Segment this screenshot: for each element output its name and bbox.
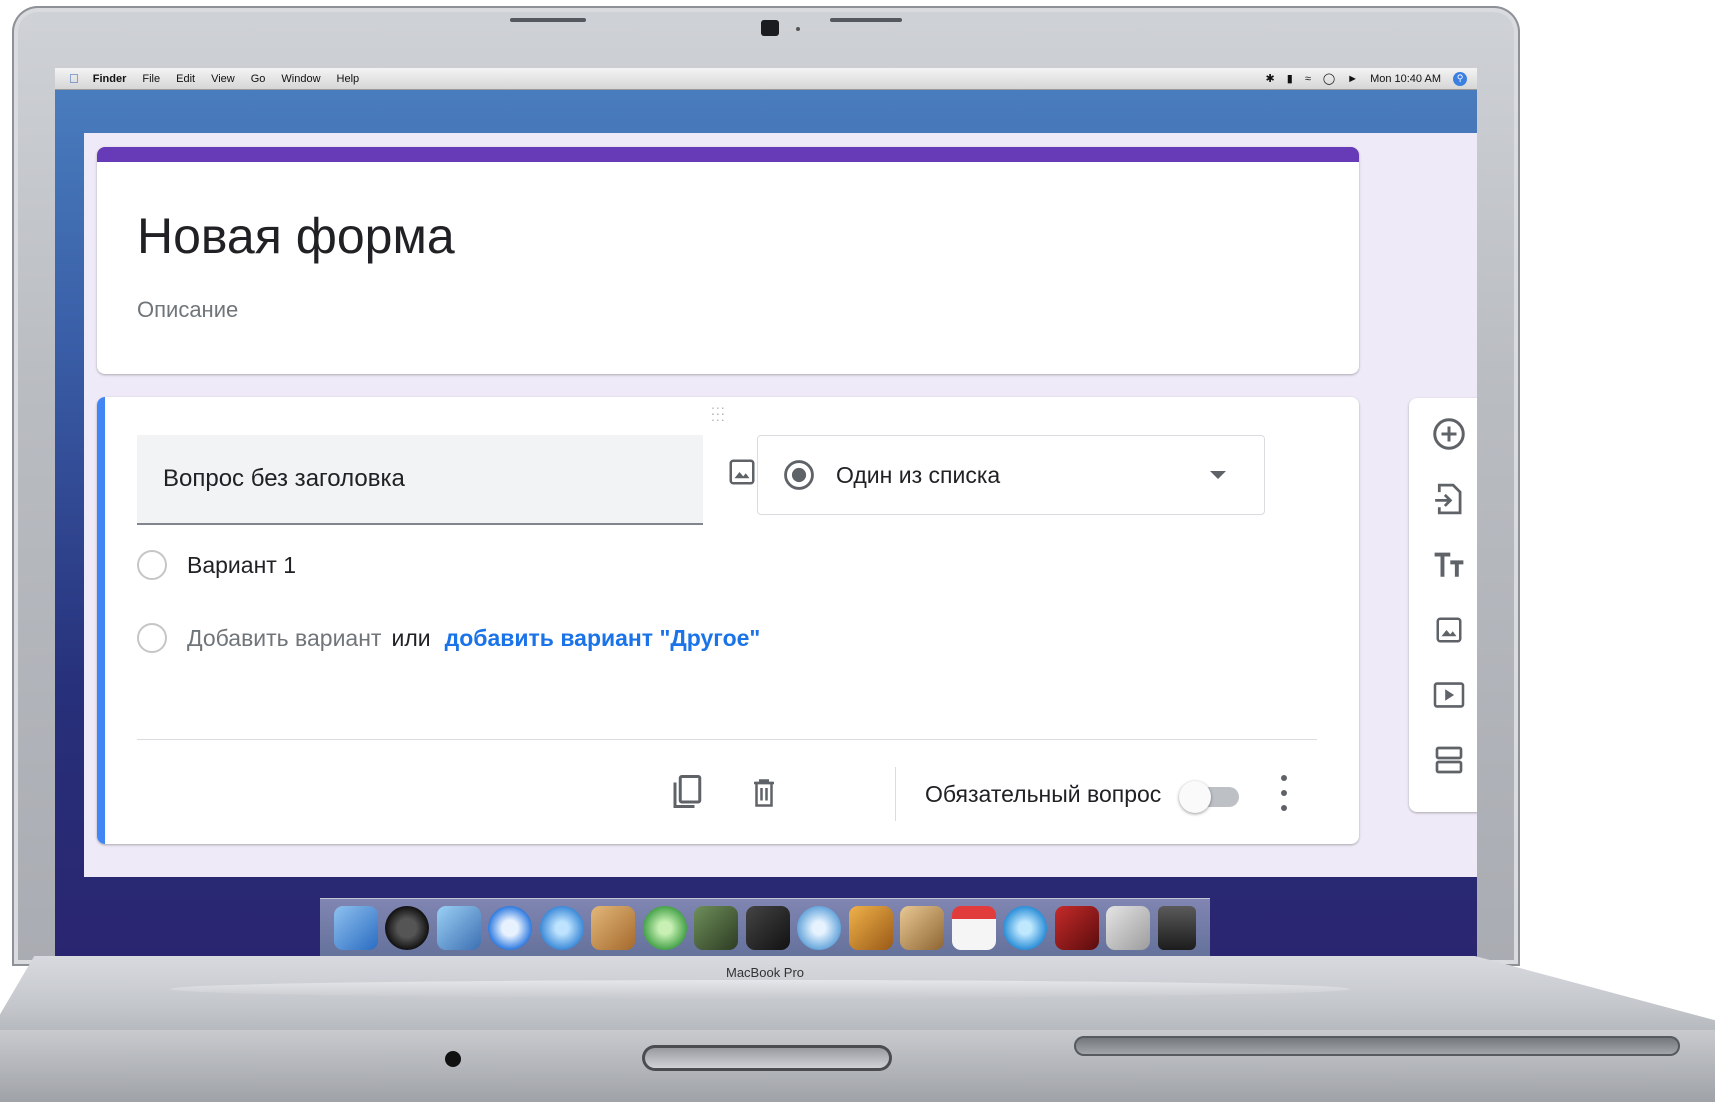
quicktime-icon[interactable] [1003, 905, 1048, 950]
menu-file[interactable]: File [142, 73, 160, 85]
laptop-screen:  Finder File Edit View Go Window Help ✱… [55, 68, 1477, 957]
question-type-dropdown[interactable]: Один из списка [757, 435, 1265, 515]
mac-menubar:  Finder File Edit View Go Window Help ✱… [55, 68, 1477, 90]
dropdown-caret-icon [1210, 471, 1226, 479]
apple-menu-icon[interactable]:  [69, 71, 79, 86]
question-footer-divider [137, 739, 1317, 740]
import-questions-button[interactable] [1429, 479, 1469, 519]
question-title-input[interactable]: Вопрос без заголовка [137, 435, 703, 525]
more-options-icon[interactable] [1279, 775, 1289, 811]
duplicate-icon [673, 775, 702, 808]
iweb-icon[interactable] [900, 905, 945, 950]
add-video-button[interactable] [1429, 675, 1469, 715]
idvd-icon[interactable] [797, 905, 842, 950]
option-radio-icon [137, 550, 167, 580]
form-description[interactable]: Описание [137, 297, 238, 323]
sync-icon[interactable]: ◯ [1323, 72, 1335, 85]
menu-view[interactable]: View [211, 73, 235, 85]
add-question-button[interactable] [1429, 414, 1469, 454]
mac-dock [320, 898, 1210, 956]
trash-dock-icon[interactable] [1158, 905, 1196, 950]
question-focus-accent [97, 397, 105, 844]
mail-icon[interactable] [436, 905, 481, 950]
required-toggle[interactable] [1179, 781, 1243, 813]
drag-handle-icon[interactable]: :::::: [711, 403, 726, 423]
lid-notch-right [830, 18, 902, 22]
form-theme-accent [97, 147, 1359, 162]
bluetooth-icon[interactable]: ✱ [1266, 72, 1275, 85]
address-book-icon[interactable] [591, 905, 636, 950]
lid-notch-left [510, 18, 586, 22]
form-title[interactable]: Новая форма [137, 207, 455, 265]
menu-window[interactable]: Window [281, 73, 320, 85]
camera [761, 20, 779, 36]
add-video-icon [1433, 682, 1465, 708]
menu-go[interactable]: Go [251, 73, 266, 85]
option-label[interactable]: Вариант 1 [187, 552, 296, 579]
footer-vertical-divider [895, 767, 896, 821]
menubar-clock[interactable]: Mon 10:40 AM [1370, 73, 1441, 85]
add-image-button[interactable] [1429, 610, 1469, 650]
ir-receiver [445, 1051, 461, 1067]
menu-help[interactable]: Help [337, 73, 360, 85]
ichat-icon[interactable] [539, 905, 584, 950]
add-other-option-link[interactable]: добавить вариант "Другое" [445, 625, 761, 652]
question-type-label: Один из списка [836, 461, 1001, 488]
required-label: Обязательный вопрос [925, 781, 1162, 807]
spotlight-icon[interactable]: ⚲ [1453, 71, 1467, 86]
add-title-button[interactable] [1429, 545, 1469, 585]
add-question-icon [1433, 418, 1465, 450]
image-icon [729, 459, 755, 485]
ical-icon[interactable] [951, 905, 996, 950]
form-title-card: Новая форма Описание [97, 147, 1359, 374]
add-option-row: Добавить вариант или добавить вариант "Д… [137, 623, 760, 653]
safari-icon[interactable] [488, 905, 533, 950]
add-image-icon [1436, 617, 1462, 643]
iphoto-icon[interactable] [694, 905, 739, 950]
delete-question-button[interactable] [747, 773, 781, 813]
laptop-brand-label: MacBook Pro [726, 965, 805, 980]
radio-button-icon [784, 460, 814, 490]
question-card[interactable]: :::::: Вопрос без заголовка Один из спис… [97, 397, 1359, 844]
add-title-icon [1434, 552, 1464, 577]
itunes-icon[interactable] [642, 905, 687, 950]
menu-edit[interactable]: Edit [176, 73, 195, 85]
dashboard-icon[interactable] [385, 905, 430, 950]
add-section-icon [1435, 746, 1463, 774]
finder-icon[interactable] [333, 905, 378, 950]
system-preferences-icon[interactable] [1106, 905, 1151, 950]
toggle-thumb [1179, 781, 1211, 813]
garageband-icon[interactable] [848, 905, 893, 950]
side-toolbar [1409, 398, 1477, 812]
battery-icon[interactable]: ▮ [1287, 72, 1293, 85]
lid-latch [642, 1045, 892, 1071]
trash-icon [754, 779, 774, 807]
menu-finder[interactable]: Finder [93, 73, 127, 85]
import-questions-icon [1435, 483, 1462, 515]
volume-icon[interactable]: ► [1347, 73, 1358, 85]
add-question-image-button[interactable] [725, 455, 759, 489]
option-row[interactable]: Вариант 1 [137, 550, 296, 580]
optical-drive-slot [1074, 1036, 1680, 1056]
front-row-icon[interactable] [1054, 905, 1099, 950]
wifi-icon[interactable]: ≈ [1305, 73, 1311, 85]
keyboard-reflection [170, 980, 1350, 998]
forms-page: Новая форма Описание :::::: Вопрос без з… [84, 133, 1477, 877]
add-section-button[interactable] [1429, 740, 1469, 780]
duplicate-question-button[interactable] [667, 771, 707, 815]
menubar-status-area: ✱ ▮ ≈ ◯ ► Mon 10:40 AM ⚲ [1266, 71, 1467, 86]
add-option-radio-icon [137, 623, 167, 653]
camera-indicator [796, 27, 800, 31]
or-text: или [391, 624, 431, 651]
add-option-button[interactable]: Добавить вариант [187, 625, 381, 652]
imovie-icon[interactable] [745, 905, 790, 950]
